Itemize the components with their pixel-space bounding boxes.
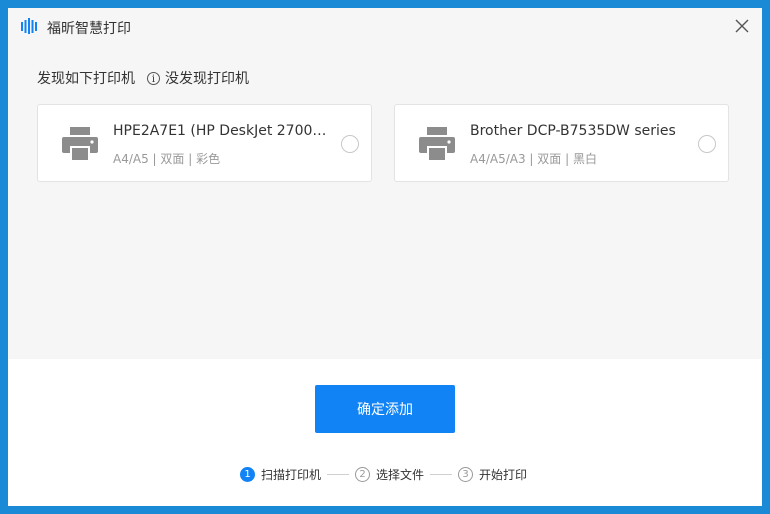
printer-name: HPE2A7E1 (HP DeskJet 2700 s...: [113, 123, 328, 139]
step-2-icon: 2: [355, 466, 371, 482]
printer-name: Brother DCP-B7535DW series: [470, 123, 676, 139]
step-1-label: 扫描打印机: [261, 467, 322, 482]
info-icon: i: [147, 71, 160, 85]
step-divider: [430, 473, 453, 475]
confirm-add-button[interactable]: 确定添加: [315, 385, 455, 433]
title-bar: 福昕智慧打印: [8, 8, 762, 44]
printer-spec: A4/A5/A3 | 双面 | 黑白: [470, 152, 597, 166]
step-2-label: 选择文件: [376, 467, 425, 482]
printer-not-found-label: 没发现打印机: [165, 71, 249, 87]
printer-card-brother[interactable]: Brother DCP-B7535DW series A4/A5/A3 | 双面…: [394, 104, 729, 182]
step-divider: [327, 473, 350, 475]
close-button[interactable]: [728, 12, 756, 40]
printer-spec: A4/A5 | 双面 | 彩色: [113, 152, 221, 166]
printer-not-found-link[interactable]: i 没发现打印机: [147, 68, 249, 88]
printer-icon: [419, 127, 455, 162]
step-3-icon: 3: [458, 466, 474, 482]
app-window: 福昕智慧打印 发现如下打印机 i 没发现打印机 HPE2A7E1 (HP Des…: [8, 8, 762, 506]
window-title: 福昕智慧打印: [47, 21, 131, 37]
close-icon: [735, 19, 749, 33]
progress-steps: 1 扫描打印机 2 选择文件 3 开始打印: [240, 465, 527, 483]
printer-card-hp[interactable]: HPE2A7E1 (HP DeskJet 2700 s... A4/A5 | 双…: [37, 104, 372, 182]
printer-discovery-panel: [8, 44, 762, 359]
printer-select-radio[interactable]: [341, 135, 359, 153]
step-1-icon: 1: [240, 466, 255, 482]
app-logo-icon: [21, 18, 37, 34]
printer-select-radio[interactable]: [698, 135, 716, 153]
section-title: 发现如下打印机: [37, 71, 135, 87]
step-3-label: 开始打印: [479, 467, 528, 482]
printer-icon: [62, 127, 98, 162]
